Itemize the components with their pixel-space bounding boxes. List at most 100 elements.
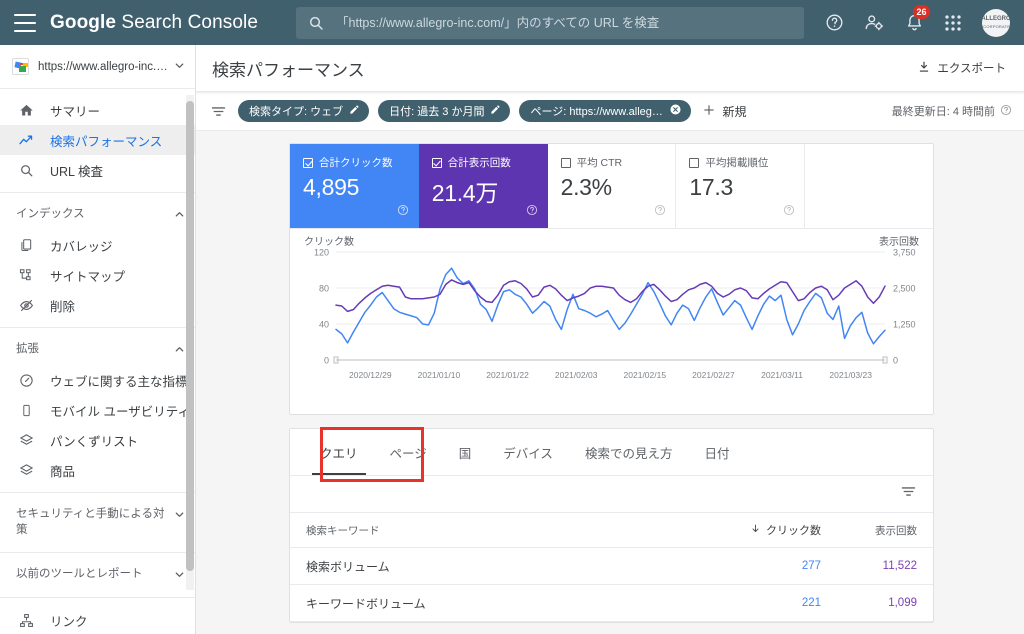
column-header-clicks[interactable]: クリック数 — [709, 522, 821, 538]
sidebar-item-breadcrumbs[interactable]: パンくずリスト — [0, 425, 195, 455]
sidebar-group-label: インデックス — [16, 207, 168, 223]
pages-copy-icon — [16, 238, 36, 252]
checkbox-icon[interactable] — [432, 158, 442, 168]
content-scroll-area: 合計クリック数 4,895 — [196, 131, 1024, 634]
sidebar-item-label: サイトマップ — [50, 266, 125, 285]
sidebar-item-core-web-vitals[interactable]: ウェブに関する主な指標 — [0, 365, 195, 395]
sidebar-item-summary[interactable]: サマリー — [0, 95, 195, 125]
filter-lines-icon[interactable] — [900, 483, 917, 505]
help-circle-icon[interactable] — [526, 203, 538, 221]
svg-text:1,250: 1,250 — [893, 320, 916, 330]
top-bar-actions: 26 ALLEGRO INCORPORATED — [825, 9, 1012, 37]
metric-value: 2.3% — [561, 174, 664, 201]
tab-label: デバイス — [503, 443, 553, 462]
table-toolbar — [290, 476, 933, 513]
svg-text:3,750: 3,750 — [893, 248, 916, 258]
divider — [0, 327, 195, 328]
sidebar-nav-scroll: サマリー 検索パフォーマンス — [0, 89, 195, 634]
tab-queries[interactable]: クエリ — [304, 429, 374, 475]
tab-devices[interactable]: デバイス — [487, 429, 569, 475]
search-input[interactable] — [336, 16, 792, 30]
brand-google: Google — [50, 12, 116, 33]
filter-lines-icon[interactable] — [210, 103, 227, 120]
checkbox-icon[interactable] — [303, 158, 313, 168]
sidebar-item-sitemaps[interactable]: サイトマップ — [0, 260, 195, 290]
checkbox-icon[interactable] — [561, 158, 571, 168]
tab-pages[interactable]: ページ — [374, 429, 443, 475]
tab-search-appearance[interactable]: 検索での見え方 — [569, 429, 689, 475]
property-selector[interactable]: https://www.allegro-inc.com/ — [0, 45, 195, 89]
metric-header: 平均掲載順位 — [689, 155, 792, 170]
apps-grid-icon[interactable] — [944, 14, 962, 32]
svg-text:2021/02/03: 2021/02/03 — [555, 370, 598, 380]
top-app-bar: Google Search Console — [0, 0, 1024, 45]
tab-countries[interactable]: 国 — [443, 429, 488, 475]
sidebar-group-enhancements[interactable]: 拡張 — [0, 335, 195, 365]
sidebar-item-performance[interactable]: 検索パフォーマンス — [0, 125, 195, 155]
chart-canvas[interactable]: 00401,250802,5001203,7502020/12/292021/0… — [290, 238, 933, 398]
page-title: 検索パフォーマンス — [212, 56, 365, 81]
chevron-down-icon — [174, 509, 185, 523]
tab-dates[interactable]: 日付 — [688, 429, 745, 475]
plus-icon — [702, 103, 716, 120]
performance-chart: クリック数 表示回数 00401,250802,5001203,7502020/… — [290, 229, 933, 414]
help-circle-icon[interactable] — [397, 203, 409, 221]
export-button[interactable]: エクスポート — [913, 55, 1010, 82]
bell-icon[interactable]: 26 — [905, 13, 924, 32]
metric-value: 4,895 — [303, 174, 406, 201]
metric-total-clicks[interactable]: 合計クリック数 4,895 — [290, 144, 419, 228]
cell-impressions: 1,099 — [821, 597, 917, 609]
search-console-app: Google Search Console — [0, 0, 1024, 634]
sidebar-scrollbar-thumb[interactable] — [186, 101, 194, 571]
column-header-keyword[interactable]: 検索キーワード — [306, 523, 709, 538]
sidebar-item-removals[interactable]: 削除 — [0, 290, 195, 320]
sidebar-group-legacy-tools[interactable]: 以前のツールとレポート — [0, 560, 195, 590]
sidebar-group-security-manual-actions[interactable]: セキュリティと手動による対策 — [0, 500, 195, 545]
add-filter-button[interactable]: 新規 — [702, 103, 746, 120]
chart-y2-axis-title: 表示回数 — [879, 233, 919, 248]
sidebar-item-coverage[interactable]: カバレッジ — [0, 230, 195, 260]
sidebar-item-mobile-usability[interactable]: モバイル ユーザビリティ — [0, 395, 195, 425]
tab-label: ページ — [390, 443, 427, 462]
eye-off-icon — [16, 298, 36, 313]
hamburger-menu-icon[interactable] — [14, 14, 36, 32]
help-circle-icon[interactable] — [783, 203, 795, 221]
last-updated-label: 最終更新日: 4 時間前 — [892, 103, 995, 119]
svg-text:2021/03/23: 2021/03/23 — [829, 370, 872, 380]
table-row[interactable]: キーワードボリューム 221 1,099 — [290, 585, 933, 622]
dimension-table-card: クエリ ページ 国 デバイス 検索での見え方 — [289, 428, 934, 623]
dimension-tabs: クエリ ページ 国 デバイス 検索での見え方 — [290, 429, 933, 476]
cell-clicks: 277 — [709, 560, 821, 572]
metric-average-position[interactable]: 平均掲載順位 17.3 — [676, 144, 805, 228]
sidebar-group-index[interactable]: インデックス — [0, 200, 195, 230]
person-gear-icon[interactable] — [864, 13, 885, 32]
help-circle-icon[interactable] — [654, 203, 666, 221]
app-brand-title: Google Search Console — [50, 12, 258, 34]
checkbox-icon[interactable] — [689, 158, 699, 168]
chip-label: ページ: https://www.allegro-in... — [530, 103, 663, 119]
avatar-line-2: INCORPORATED — [982, 24, 1010, 29]
filter-chip-search-type[interactable]: 検索タイプ: ウェブ — [238, 100, 369, 122]
close-circle-icon[interactable] — [669, 103, 682, 119]
help-circle-icon[interactable] — [825, 13, 844, 32]
chart-y-axis-title: クリック数 — [304, 233, 354, 248]
metric-total-impressions[interactable]: 合計表示回数 21.4万 — [419, 144, 548, 228]
help-circle-icon[interactable] — [1000, 104, 1012, 119]
table-row[interactable]: 検索ボリューム 277 11,522 — [290, 548, 933, 585]
metric-label: 合計クリック数 — [319, 155, 393, 170]
sidebar-item-links[interactable]: リンク — [0, 605, 195, 634]
sidebar-group-label: セキュリティと手動による対策 — [16, 507, 168, 538]
url-inspection-search-box[interactable] — [296, 7, 804, 39]
metric-value: 21.4万 — [432, 174, 535, 208]
metric-average-ctr[interactable]: 平均 CTR 2.3% — [548, 144, 677, 228]
column-header-impressions[interactable]: 表示回数 — [821, 523, 917, 538]
divider — [0, 552, 195, 553]
avatar[interactable]: ALLEGRO INCORPORATED — [982, 9, 1010, 37]
filter-chip-date[interactable]: 日付: 過去 3 か月間 — [378, 100, 510, 122]
svg-text:2,500: 2,500 — [893, 284, 916, 294]
property-url: https://www.allegro-inc.com/ — [38, 61, 168, 73]
filter-chip-page[interactable]: ページ: https://www.allegro-in... — [519, 100, 691, 122]
sidebar-item-url-inspect[interactable]: URL 検査 — [0, 155, 195, 185]
sidebar-item-products[interactable]: 商品 — [0, 455, 195, 485]
sidebar-item-label: 検索パフォーマンス — [50, 131, 162, 150]
